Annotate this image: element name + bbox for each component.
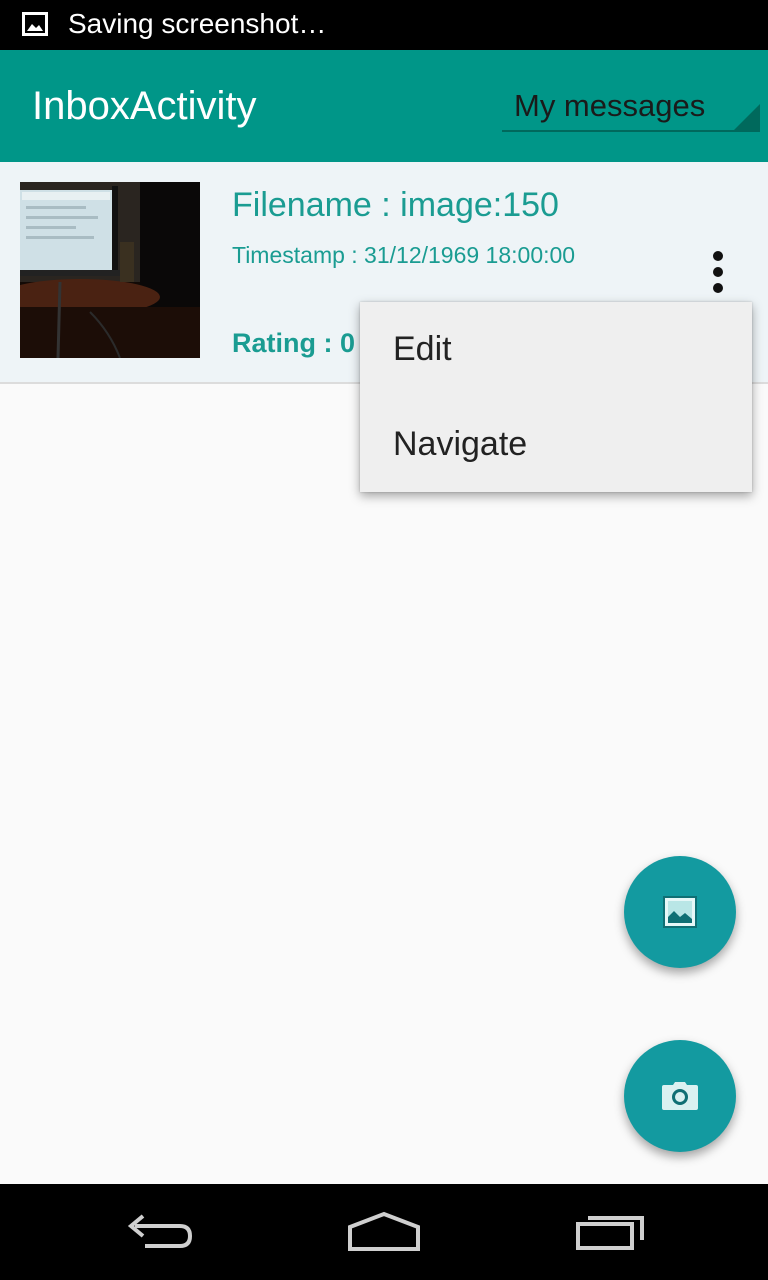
menu-item-edit[interactable]: Edit [360,302,752,397]
navigation-bar [0,1184,768,1280]
image-icon [22,12,48,36]
back-button[interactable] [110,1202,210,1262]
home-button[interactable] [334,1202,434,1262]
camera-icon [662,1082,698,1110]
recents-button[interactable] [560,1202,660,1262]
back-icon [127,1214,193,1248]
photo-thumbnail-icon [20,182,200,358]
message-rating: Rating : 0 [232,328,356,358]
spinner-selected-value: My messages [514,88,706,123]
app-bar: InboxActivity My messages [0,50,768,162]
recents-icon [576,1216,644,1250]
popup-menu: Edit Navigate [360,302,752,492]
page-title: InboxActivity [32,84,257,128]
messages-spinner[interactable]: My messages [502,76,760,132]
dropdown-arrow-icon [734,104,760,130]
home-icon [348,1211,420,1251]
camera-fab-button[interactable] [624,1040,736,1152]
gallery-fab-button[interactable] [624,856,736,968]
menu-item-navigate[interactable]: Navigate [360,397,752,492]
status-text: Saving screenshot… [68,8,327,39]
gallery-icon [663,896,697,928]
status-bar: Saving screenshot… [0,0,768,50]
message-timestamp: Timestamp : 31/12/1969 18:00:00 [232,242,576,268]
message-thumbnail [20,182,200,358]
more-vert-icon[interactable] [700,248,736,298]
message-filename: Filename : image:150 [232,186,559,224]
